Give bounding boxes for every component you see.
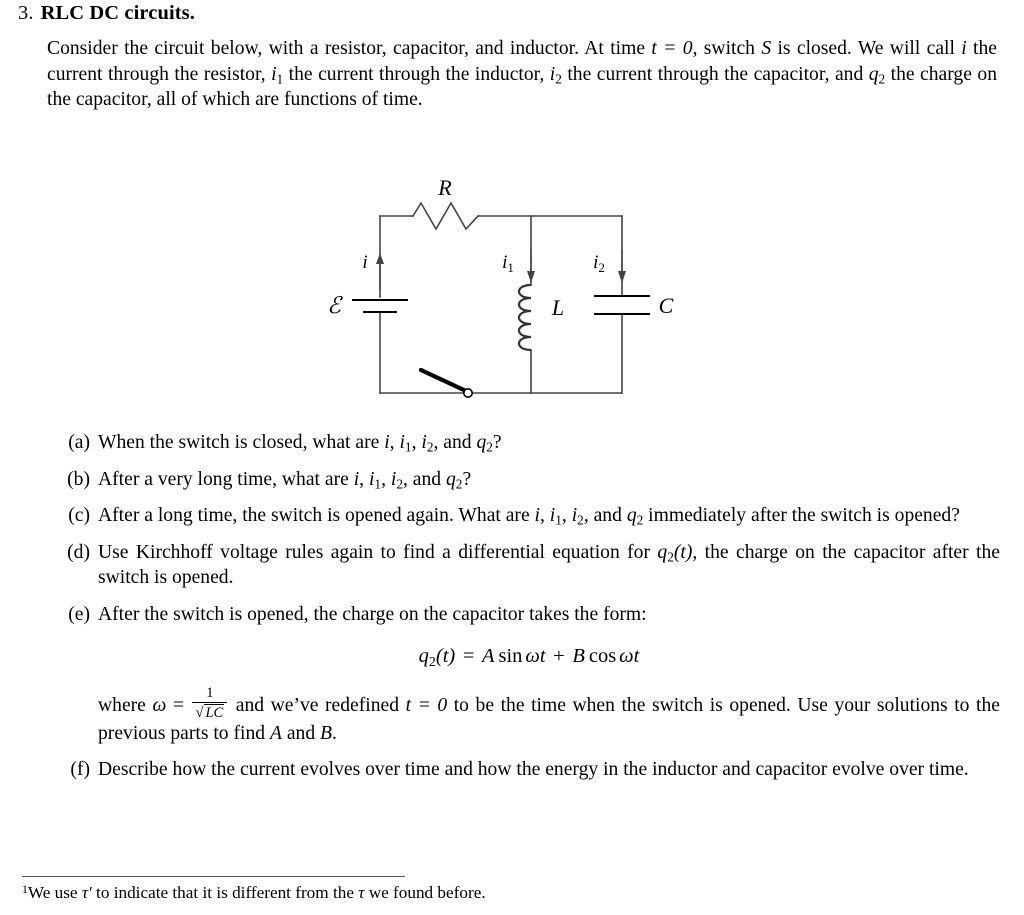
equation-term2-coefficient: B — [572, 645, 585, 667]
question-item-c: (c) After a long time, the switch is open… — [50, 503, 1000, 529]
equation-plus: + — [553, 645, 565, 667]
question-item-f: (f) Describe how the current evolves over… — [50, 757, 1000, 783]
battery-symbol — [352, 298, 408, 314]
problem-intro-paragraph: Consider the circuit below, with a resis… — [47, 36, 997, 113]
question-text-e: After the switch is opened, the charge o… — [98, 603, 647, 625]
equation-term1-argument: ωt — [525, 645, 546, 667]
question-label-d: (d) — [67, 541, 90, 563]
question-text-b: After a very long time, what are — [98, 468, 354, 490]
radicand: LC — [204, 703, 225, 721]
circuit-diagram: R ℰ L C i i1 i2 — [300, 165, 720, 415]
question-text-c: After a long time, the switch is opened … — [98, 505, 535, 526]
footnote-text-2: to indicate that it is different from th… — [91, 883, 359, 902]
intro-text-2: , switch — [692, 38, 762, 59]
switch-lever — [418, 367, 469, 394]
charge-equation: q2(t) = Asin ωt + Bcos ωt — [98, 644, 1000, 670]
var-i: i — [353, 468, 360, 490]
equation-equals: = — [462, 645, 475, 667]
var-i1: i1 — [549, 505, 562, 528]
intro-text-3: is closed. We will call — [771, 38, 962, 59]
question-text-d: Use Kirchhoff voltage rules again to fin… — [98, 541, 658, 563]
where-period: . — [332, 722, 337, 744]
question-text-a-end: ? — [492, 432, 502, 453]
capacitor-plates — [594, 294, 650, 316]
equation-term1-function: sin — [498, 645, 523, 667]
current-arrow-i — [376, 253, 384, 290]
var-q2-of-t: q2(t) — [657, 541, 693, 565]
question-item-a: (a) When the switch is closed, what are i… — [50, 430, 1000, 456]
question-label-a: (a) — [68, 432, 90, 453]
where-text-1: where — [98, 694, 153, 716]
intro-var-i2-sub: 2 — [555, 71, 562, 87]
inductor-label: L — [551, 295, 564, 320]
fraction-numerator: 1 — [192, 685, 228, 703]
question-item-e: (e) After the switch is opened, the charg… — [50, 602, 1000, 747]
fraction-denominator: √ LC — [192, 703, 227, 721]
resistor-label: R — [437, 175, 452, 200]
current-arrow-i1 — [527, 250, 535, 283]
intro-text-5: the current through the inductor, — [283, 63, 550, 85]
var-i1: i1 — [368, 468, 382, 492]
question-text-c-end: immediately after the switch is opened? — [643, 505, 960, 526]
omega-fraction: 1 √ LC — [192, 685, 228, 721]
omega-symbol: ω — [152, 694, 167, 716]
document-page: 3. RLC DC circuits. Consider the circuit … — [0, 0, 1024, 915]
coefficient-B: B — [320, 722, 332, 744]
coefficient-A: A — [269, 722, 282, 744]
capacitor-label: C — [659, 293, 674, 318]
var-i: i — [384, 432, 390, 453]
var-i: i — [534, 505, 540, 526]
inductor-coil — [517, 283, 532, 352]
question-item-d: (d) Use Kirchhoff voltage rules again to … — [50, 540, 1000, 591]
var-i2: i2 — [421, 432, 434, 455]
equation-term1-coefficient: A — [481, 645, 495, 667]
footnote-text-3: we found before. — [364, 883, 486, 902]
omega-definition-paragraph: where ω = 1 √ LC and we’ve redefined t = 0… — [98, 685, 1000, 747]
question-text-b-end: ? — [462, 468, 472, 490]
where-text-2: and we’ve redefined — [229, 694, 406, 716]
page-title: 3. RLC DC circuits. — [18, 2, 195, 25]
switch-pivot — [463, 388, 474, 399]
footnote: 1We use τ′ to indicate that it is differ… — [22, 882, 822, 904]
intro-t-equals-zero: t = 0 — [651, 38, 693, 59]
var-q2: q2 — [476, 432, 493, 455]
equation-term2-argument: ωt — [619, 645, 640, 667]
problem-title: RLC DC circuits. — [40, 2, 195, 24]
tau-prime-symbol: τ′ — [81, 883, 92, 902]
current-i-label: i — [362, 252, 367, 273]
question-text-a: When the switch is closed, what are — [98, 432, 385, 453]
intro-var-q2: q — [868, 63, 879, 85]
question-label-e: (e) — [68, 603, 90, 625]
current-i1-label: i1 — [502, 252, 514, 275]
intro-switch-symbol: S — [761, 38, 772, 59]
question-label-c: (c) — [68, 505, 90, 526]
where-t-equals-zero: t = 0 — [405, 694, 448, 716]
question-item-b: (b) After a very long time, what are i, i… — [50, 467, 1000, 493]
equation-term2-function: cos — [588, 645, 617, 667]
intro-text-1: Consider the circuit below, with a resis… — [47, 38, 652, 59]
where-and: and — [281, 722, 321, 744]
footnote-rule — [22, 876, 405, 877]
resistor-zigzag — [411, 201, 480, 231]
question-label-b: (b) — [67, 468, 90, 490]
var-i2: i2 — [571, 505, 584, 528]
emf-label: ℰ — [327, 293, 343, 318]
question-label-f: (f) — [70, 759, 90, 781]
var-q2: q2 — [626, 505, 644, 528]
radical-sign: √ — [195, 704, 204, 721]
intro-text-6: the current through the capacitor, and — [561, 63, 869, 85]
problem-number: 3. — [18, 2, 34, 24]
current-arrow-i2 — [618, 250, 626, 283]
equation-lhs: q2(t) — [418, 645, 456, 670]
question-list: (a) When the switch is closed, what are i… — [50, 430, 1000, 794]
var-i1: i1 — [399, 432, 412, 455]
var-i2: i2 — [390, 468, 403, 492]
var-q2: q2 — [445, 468, 463, 492]
footnote-text-1: We use — [27, 883, 82, 902]
current-i2-label: i2 — [593, 252, 605, 275]
question-text-f: Describe how the current evolves over ti… — [98, 759, 969, 781]
where-equals: = — [166, 694, 191, 716]
